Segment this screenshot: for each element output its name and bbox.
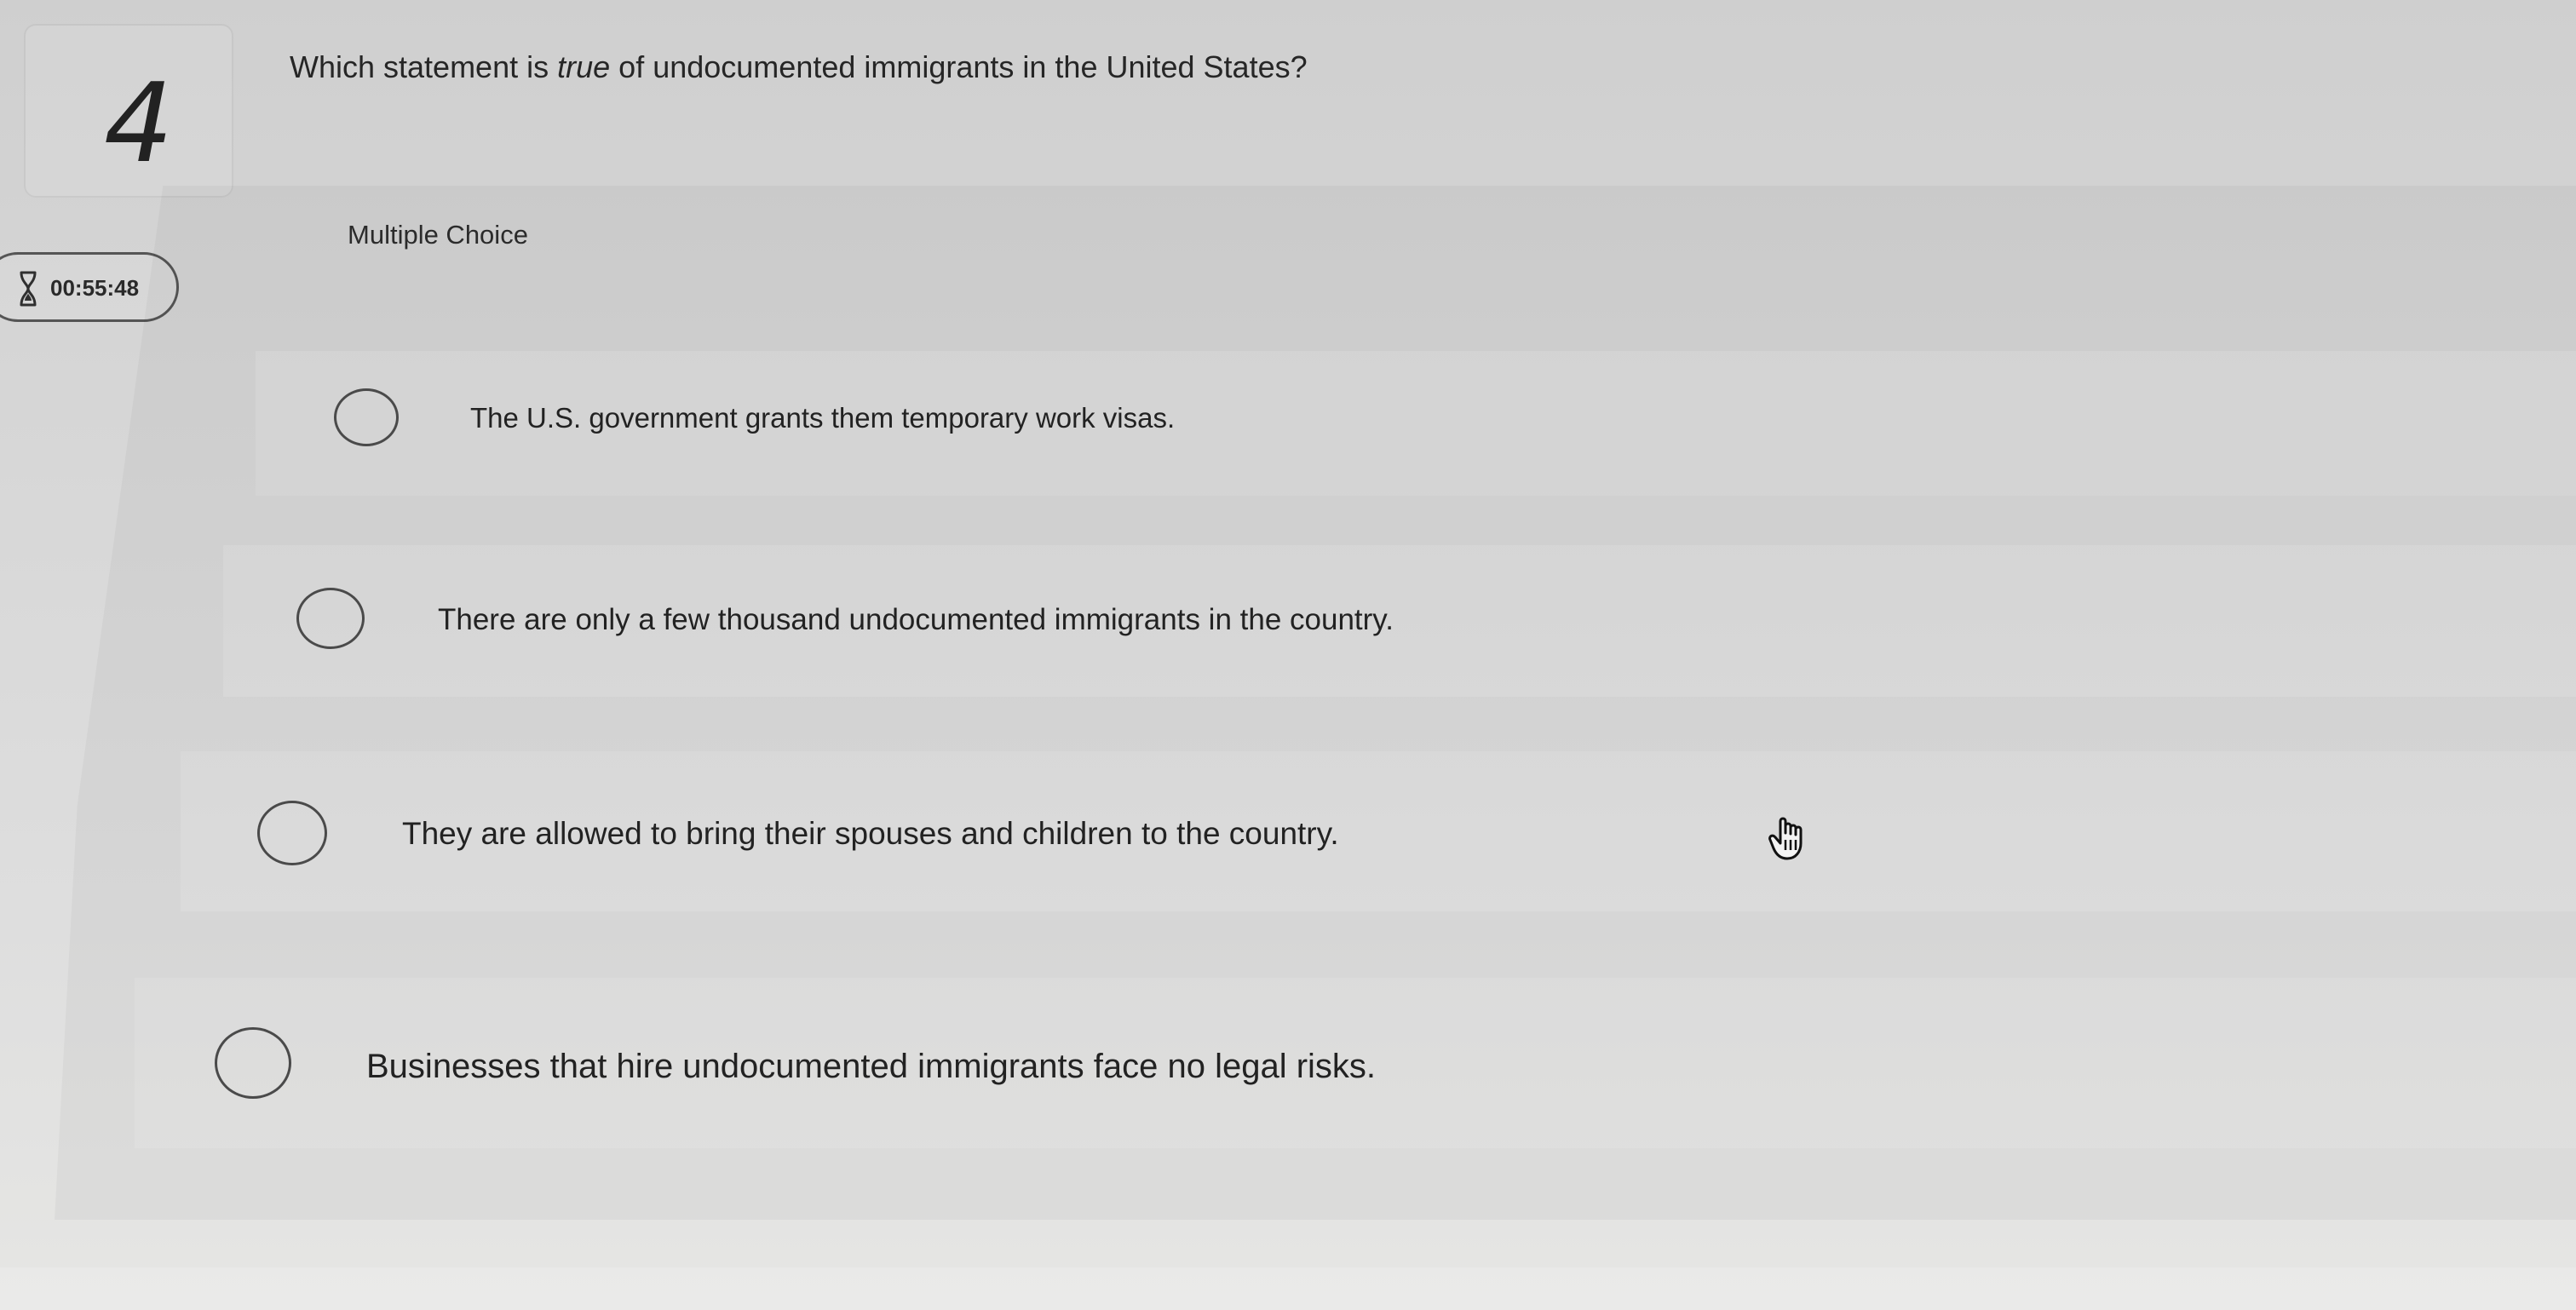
hourglass-icon <box>20 271 37 307</box>
bottom-band <box>0 1267 2576 1310</box>
multiple-choice-label: Multiple Choice <box>348 220 528 250</box>
choice-label-1[interactable]: The U.S. government grants them temporar… <box>470 402 1175 434</box>
question-number: 4 <box>104 60 174 187</box>
choice-radio-1[interactable] <box>334 388 399 446</box>
question-text: Which statement is true of undocumented … <box>290 49 1308 85</box>
choice-radio-4[interactable] <box>215 1027 291 1099</box>
question-text-emphasis: true <box>557 49 611 84</box>
question-text-before: Which statement is <box>290 49 558 84</box>
choice-label-2[interactable]: There are only a few thousand undocument… <box>438 603 1394 637</box>
choice-label-4[interactable]: Businesses that hire undocumented immigr… <box>366 1048 1376 1086</box>
choice-radio-3[interactable] <box>257 801 327 865</box>
choice-label-3[interactable]: They are allowed to bring their spouses … <box>402 816 1339 852</box>
hand-pointer-icon <box>1768 817 1803 860</box>
timer-text: 00:55:48 <box>50 275 140 301</box>
question-number-box: 4 <box>26 26 232 196</box>
choice-radio-2[interactable] <box>296 588 365 649</box>
question-text-after: of undocumented immigrants in the United… <box>618 49 1308 84</box>
